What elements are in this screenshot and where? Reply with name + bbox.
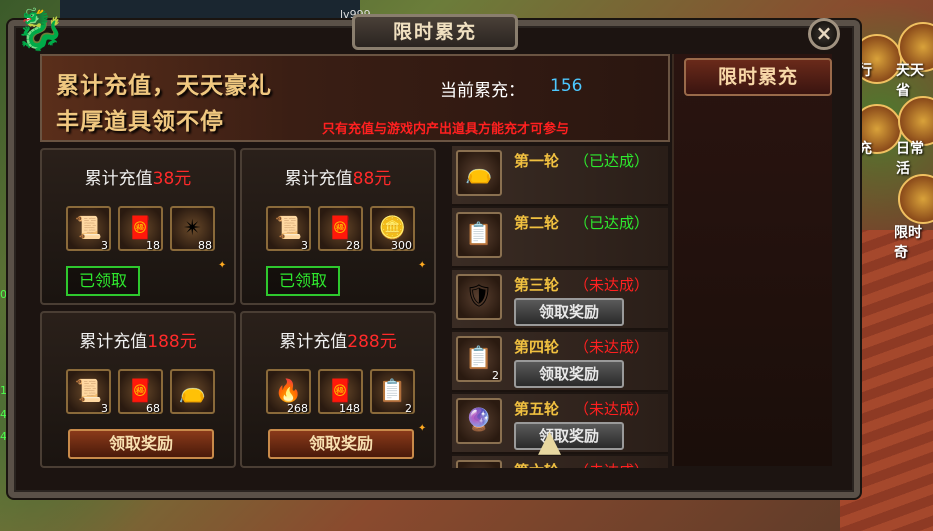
reward-item[interactable]: 🧧 148 <box>318 369 363 415</box>
round-row: 📋 2 第四轮 （未达成） 领取奖励 <box>452 332 668 392</box>
tier-title: 累计充值38元 <box>42 164 234 189</box>
round-name: 第四轮 <box>514 338 560 356</box>
banner-headline: 累计充值，天天豪礼 <box>56 73 272 99</box>
item-count: 300 <box>391 239 412 252</box>
tablet-icon[interactable]: 📋 2 <box>456 336 502 382</box>
side-menu-label: 限时奇 <box>894 225 922 261</box>
tier-label: 累计充值 <box>84 169 153 189</box>
round-row: 📋 第二轮 （已达成） <box>452 208 668 268</box>
tier-label: 累计充值 <box>279 332 348 352</box>
claimed-status: 已领取 <box>266 266 340 296</box>
reward-item[interactable]: 📜 3 <box>266 206 311 252</box>
armor-icon[interactable]: 🛡 <box>456 274 502 320</box>
reward-item[interactable]: 🔥 268 <box>266 369 311 415</box>
round-name: 第一轮 <box>514 152 560 170</box>
item-count: 3 <box>101 239 108 252</box>
item-count: 148 <box>339 402 360 415</box>
event-banner: 累计充值，天天豪礼 丰厚道具领不停 当前累充： 156 只有充值与游戏内产出道具… <box>40 54 670 142</box>
tier-amount: 38元 <box>152 169 192 189</box>
round-name: 第五轮 <box>514 400 560 418</box>
tablet-icon[interactable]: 📋 <box>456 212 502 258</box>
reward-item[interactable]: 📋 2 <box>370 369 415 415</box>
tier-amount: 188元 <box>147 332 197 352</box>
reward-item[interactable]: 🪙 300 <box>370 206 415 252</box>
round-row: 👝 第一轮 （已达成） <box>452 146 668 206</box>
tier-title: 累计充值288元 <box>242 327 434 352</box>
reward-tier-card: 累计充值88元 📜 3 🧧 28 🪙 300 已领取 ✦ <box>240 148 436 305</box>
round-name: 第六轮 <box>514 460 559 468</box>
round-status: （未达成） <box>574 460 649 468</box>
round-status: （已达成） <box>574 214 650 232</box>
current-total-value: 156 <box>550 76 583 96</box>
item-count: 2 <box>405 402 412 415</box>
sparkle-icon: ✦ <box>418 423 427 434</box>
dragon-ornament-icon: 🐉 <box>15 7 65 53</box>
top-hud-bar <box>60 0 360 22</box>
reward-item[interactable]: 🧧 18 <box>118 206 163 252</box>
tier-title: 累计充值188元 <box>42 327 234 352</box>
side-menu-label: 充 <box>858 141 872 157</box>
item-count: 3 <box>301 239 308 252</box>
tier-amount: 88元 <box>352 169 392 189</box>
rounds-list[interactable]: 👝 第一轮 （已达成） 📋 第二轮 （已达成） 🛡 第三轮 （未达成） 领取奖励… <box>452 146 668 468</box>
reward-item[interactable]: 🧧 68 <box>118 369 163 415</box>
reward-item[interactable]: 📜 3 <box>66 206 111 252</box>
banner-subheadline: 丰厚道具领不停 <box>56 109 224 135</box>
tier-amount: 288元 <box>347 332 397 352</box>
round-status: （未达成） <box>574 338 650 356</box>
item-count: 88 <box>198 239 212 252</box>
scroll-icon[interactable]: 📜 <box>456 460 502 468</box>
item-count: 28 <box>346 239 360 252</box>
tier-label: 累计充值 <box>79 332 148 352</box>
item-count: 18 <box>146 239 160 252</box>
side-menu-label: 日常活 <box>896 141 924 177</box>
reward-item[interactable]: ✴ 88 <box>170 206 215 252</box>
event-notice: 只有充值与游戏内产出道具方能充才可参与 <box>322 122 570 137</box>
side-menu-label: 天天省 <box>896 63 924 99</box>
purple-orb-icon[interactable]: 🔮 <box>456 398 502 444</box>
tier-label: 累计充值 <box>284 169 353 189</box>
side-menu-label: 行 <box>858 63 872 79</box>
reward-tier-card: 累计充值188元 📜 3 🧧 68 👝 领取奖励 <box>40 311 236 468</box>
claim-round-button[interactable]: 领取奖励 <box>514 298 624 326</box>
round-name: 第二轮 <box>514 214 560 232</box>
close-button[interactable]: × <box>808 18 840 50</box>
tier-title: 累计充值88元 <box>242 164 434 189</box>
round-name: 第三轮 <box>514 276 560 294</box>
reward-item[interactable]: 📜 3 <box>66 369 111 415</box>
sparkle-icon: ✦ <box>418 260 427 271</box>
treasure-bag-icon: 👝 <box>178 379 207 404</box>
claim-round-button[interactable]: 领取奖励 <box>514 360 624 388</box>
round-row: 🛡 第三轮 （未达成） 领取奖励 <box>452 270 668 330</box>
sidebar: 限时累充 <box>672 54 832 466</box>
current-total-label: 当前累充： <box>440 81 525 101</box>
item-count: 3 <box>101 402 108 415</box>
round-status: （未达成） <box>574 276 650 294</box>
treasure-bag-icon[interactable]: 👝 <box>456 150 502 196</box>
claimed-status: 已领取 <box>66 266 140 296</box>
item-count: 68 <box>146 402 160 415</box>
item-count: 268 <box>287 402 308 415</box>
item-count: 2 <box>492 369 499 382</box>
round-status: （未达成） <box>574 400 650 418</box>
claim-reward-button[interactable]: 领取奖励 <box>268 429 414 459</box>
sparkle-icon: ✦ <box>218 260 227 271</box>
claim-reward-button[interactable]: 领取奖励 <box>68 429 214 459</box>
reward-item[interactable]: 👝 <box>170 369 215 414</box>
round-status: （已达成） <box>574 152 650 170</box>
reward-tier-card: 累计充值288元 🔥 268 🧧 148 📋 2 领取奖励 ✦ <box>240 311 436 468</box>
scroll-up-icon[interactable]: ▲ <box>538 424 561 459</box>
tab-limited-recharge[interactable]: 限时累充 <box>684 58 832 96</box>
reward-tier-card: 累计充值38元 📜 3 🧧 18 ✴ 88 已领取 ✦ <box>40 148 236 305</box>
claim-round-button[interactable]: 领取奖励 <box>514 422 624 450</box>
reward-item[interactable]: 🧧 28 <box>318 206 363 252</box>
dialog-title: 限时累充 <box>352 14 518 50</box>
